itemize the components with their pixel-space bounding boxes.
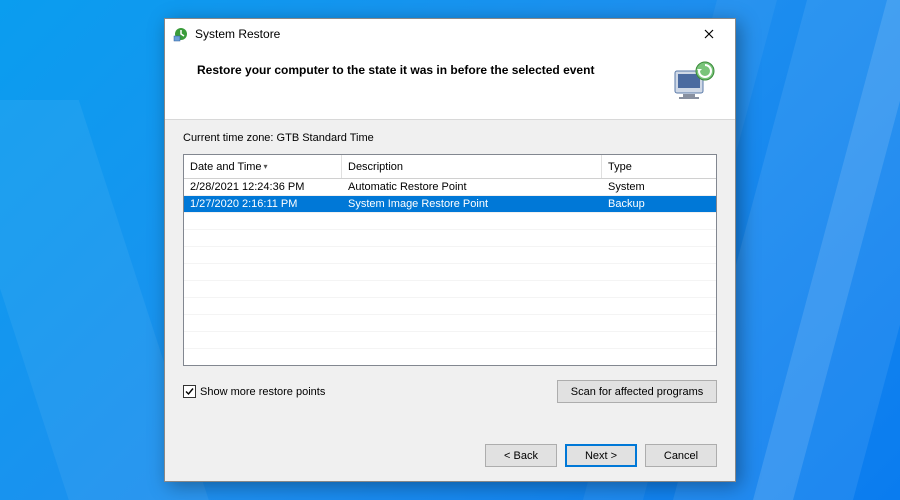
system-restore-icon [173, 26, 189, 42]
checkmark-icon [184, 386, 195, 397]
header-heading: Restore your computer to the state it wa… [197, 61, 661, 77]
close-icon [704, 29, 714, 39]
cell-description: Automatic Restore Point [342, 181, 602, 193]
column-header-description[interactable]: Description [342, 155, 602, 178]
restore-graphic-icon [669, 61, 717, 101]
cell-description: System Image Restore Point [342, 198, 602, 210]
show-more-checkbox[interactable]: Show more restore points [183, 385, 325, 398]
column-header-date-label: Date and Time [190, 161, 262, 173]
restore-points-table: Date and Time ▾ Description Type 2/28/20… [183, 154, 717, 366]
sort-descending-icon: ▾ [264, 162, 268, 171]
table-header: Date and Time ▾ Description Type [184, 155, 716, 179]
cancel-button[interactable]: Cancel [645, 444, 717, 467]
cell-date: 2/28/2021 12:24:36 PM [184, 181, 342, 193]
cell-type: System [602, 181, 716, 193]
timezone-label: Current time zone: GTB Standard Time [183, 132, 717, 144]
column-header-date[interactable]: Date and Time ▾ [184, 155, 342, 178]
next-button[interactable]: Next > [565, 444, 637, 467]
table-body: 2/28/2021 12:24:36 PM Automatic Restore … [184, 179, 716, 365]
system-restore-dialog: System Restore Restore your computer to … [164, 18, 736, 482]
below-table-row: Show more restore points Scan for affect… [183, 380, 717, 403]
checkbox-box [183, 385, 196, 398]
column-header-type-label: Type [608, 161, 632, 173]
window-title: System Restore [195, 27, 689, 41]
content-area: Current time zone: GTB Standard Time Dat… [165, 120, 735, 432]
show-more-label: Show more restore points [200, 386, 325, 398]
footer-buttons: < Back Next > Cancel [165, 432, 735, 481]
column-header-description-label: Description [348, 161, 403, 173]
back-button[interactable]: < Back [485, 444, 557, 467]
titlebar[interactable]: System Restore [165, 19, 735, 49]
header-band: Restore your computer to the state it wa… [165, 49, 735, 120]
table-row[interactable]: 1/27/2020 2:16:11 PM System Image Restor… [184, 196, 716, 213]
close-button[interactable] [689, 20, 729, 48]
scan-affected-button[interactable]: Scan for affected programs [557, 380, 717, 403]
cell-type: Backup [602, 198, 716, 210]
cell-date: 1/27/2020 2:16:11 PM [184, 198, 342, 210]
column-header-type[interactable]: Type [602, 155, 716, 178]
table-row[interactable]: 2/28/2021 12:24:36 PM Automatic Restore … [184, 179, 716, 196]
